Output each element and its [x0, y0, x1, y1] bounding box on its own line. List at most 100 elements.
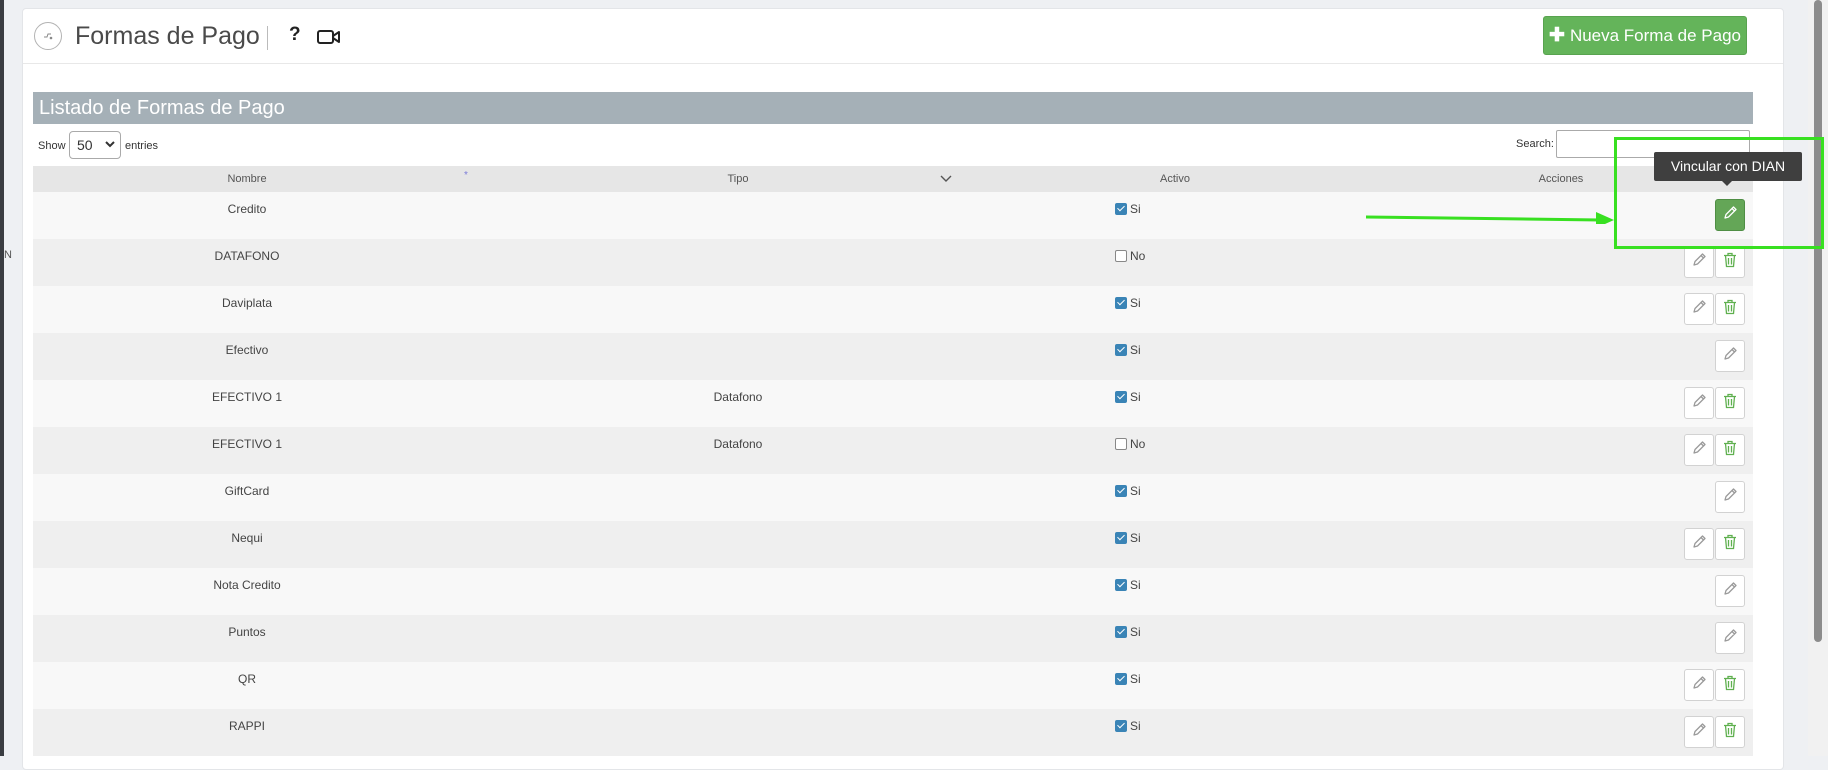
column-tipo[interactable]: Tipo: [588, 166, 888, 192]
edit-button[interactable]: [1684, 528, 1714, 560]
active-checkbox[interactable]: [1115, 203, 1127, 215]
active-checkbox[interactable]: [1115, 391, 1127, 403]
pencil-icon: [1691, 534, 1707, 555]
entries-select[interactable]: 50: [69, 131, 121, 159]
page-title: Formas de Pago: [75, 22, 260, 50]
active-checkbox[interactable]: [1115, 297, 1127, 309]
cell-activo: Si: [1115, 578, 1235, 592]
delete-button[interactable]: [1715, 716, 1745, 748]
edit-button[interactable]: [1684, 293, 1714, 325]
delete-button[interactable]: [1715, 669, 1745, 701]
cell-activo: Si: [1115, 296, 1235, 310]
help-icon[interactable]: ?: [289, 24, 301, 46]
table-row: EFECTIVO 1 Datafono Si: [33, 380, 1753, 427]
table-row: GiftCard Si: [33, 474, 1753, 521]
active-label: Si: [1130, 625, 1141, 639]
link-dian-button[interactable]: [1715, 199, 1745, 231]
edit-button[interactable]: [1715, 481, 1745, 513]
cell-tipo: Datafono: [713, 390, 763, 404]
entries-value: 50: [77, 137, 93, 153]
column-activo[interactable]: Activo: [1115, 166, 1235, 192]
row-actions: [1715, 199, 1745, 231]
active-checkbox[interactable]: [1115, 720, 1127, 732]
edit-button[interactable]: [1684, 434, 1714, 466]
active-label: No: [1130, 249, 1146, 263]
column-nombre[interactable]: Nombre: [33, 166, 461, 192]
trash-icon: [1723, 722, 1737, 743]
scrollbar-thumb[interactable]: [1814, 0, 1822, 642]
active-label: Si: [1130, 202, 1141, 216]
cell-tipo: Datafono: [713, 437, 763, 451]
edit-button[interactable]: [1684, 246, 1714, 278]
cell-activo: Si: [1115, 625, 1235, 639]
left-edge-strip: [0, 0, 4, 756]
active-label: Si: [1130, 484, 1141, 498]
row-actions: [1684, 246, 1745, 278]
row-actions: [1684, 387, 1745, 419]
active-checkbox[interactable]: [1115, 250, 1127, 262]
table-row: Nota Credito Si: [33, 568, 1753, 615]
row-actions: [1684, 528, 1745, 560]
video-icon[interactable]: [317, 29, 341, 50]
title-divider: [267, 26, 268, 50]
active-label: Si: [1130, 296, 1141, 310]
active-label: Si: [1130, 343, 1141, 357]
delete-button[interactable]: [1715, 434, 1745, 466]
chevron-down-icon[interactable]: [940, 174, 952, 186]
edit-button[interactable]: [1684, 387, 1714, 419]
cell-nombre: Efectivo: [225, 343, 269, 357]
cell-activo: Si: [1115, 390, 1235, 404]
delete-button[interactable]: [1715, 246, 1745, 278]
trash-icon: [1723, 393, 1737, 414]
new-payment-method-button[interactable]: ✚ Nueva Forma de Pago: [1543, 16, 1747, 55]
pencil-icon: [1691, 440, 1707, 461]
active-checkbox[interactable]: [1115, 438, 1127, 450]
delete-button[interactable]: [1715, 387, 1745, 419]
pencil-icon: [1722, 581, 1738, 602]
pencil-icon: [1691, 393, 1707, 414]
pencil-icon: [1722, 346, 1738, 367]
active-label: Si: [1130, 531, 1141, 545]
row-actions: [1715, 622, 1745, 654]
edit-button[interactable]: [1684, 716, 1714, 748]
active-checkbox[interactable]: [1115, 626, 1127, 638]
table-row: Puntos Si: [33, 615, 1753, 662]
cell-activo: No: [1115, 437, 1235, 451]
table-row: DATAFONO No: [33, 239, 1753, 286]
edit-button[interactable]: [1715, 575, 1745, 607]
cell-activo: No: [1115, 249, 1235, 263]
active-checkbox[interactable]: [1115, 673, 1127, 685]
cell-activo: Si: [1115, 202, 1235, 216]
delete-button[interactable]: [1715, 528, 1745, 560]
row-actions: [1715, 340, 1745, 372]
delete-button[interactable]: [1715, 293, 1745, 325]
side-letter: N: [4, 249, 12, 261]
row-actions: [1684, 293, 1745, 325]
cell-activo: Si: [1115, 531, 1235, 545]
active-checkbox[interactable]: [1115, 485, 1127, 497]
pencil-icon: [1722, 487, 1738, 508]
sort-indicator-icon: *: [464, 170, 468, 181]
trash-icon: [1723, 534, 1737, 555]
pencil-icon: [1722, 205, 1738, 226]
main-panel: Formas de Pago ? ✚ Nueva Forma de Pago L…: [22, 8, 1784, 770]
active-checkbox[interactable]: [1115, 532, 1127, 544]
active-label: Si: [1130, 578, 1141, 592]
new-payment-method-label: Nueva Forma de Pago: [1569, 25, 1741, 45]
table-row: Daviplata Si: [33, 286, 1753, 333]
edit-button[interactable]: [1715, 622, 1745, 654]
cell-nombre: GiftCard: [224, 484, 270, 498]
table-body: Credito Si DATAFONO No Daviplata Si Efectivo Si…: [33, 192, 1753, 756]
edit-button[interactable]: [1715, 340, 1745, 372]
scrollbar-track[interactable]: [1808, 0, 1828, 756]
list-title-bar: Listado de Formas de Pago: [33, 92, 1753, 124]
cell-activo: Si: [1115, 343, 1235, 357]
cell-activo: Si: [1115, 484, 1235, 498]
plus-icon: ✚: [1549, 25, 1565, 46]
active-checkbox[interactable]: [1115, 344, 1127, 356]
trash-icon: [1723, 440, 1737, 461]
cell-nombre: Puntos: [228, 625, 266, 639]
active-checkbox[interactable]: [1115, 579, 1127, 591]
edit-button[interactable]: [1684, 669, 1714, 701]
row-actions: [1715, 481, 1745, 513]
